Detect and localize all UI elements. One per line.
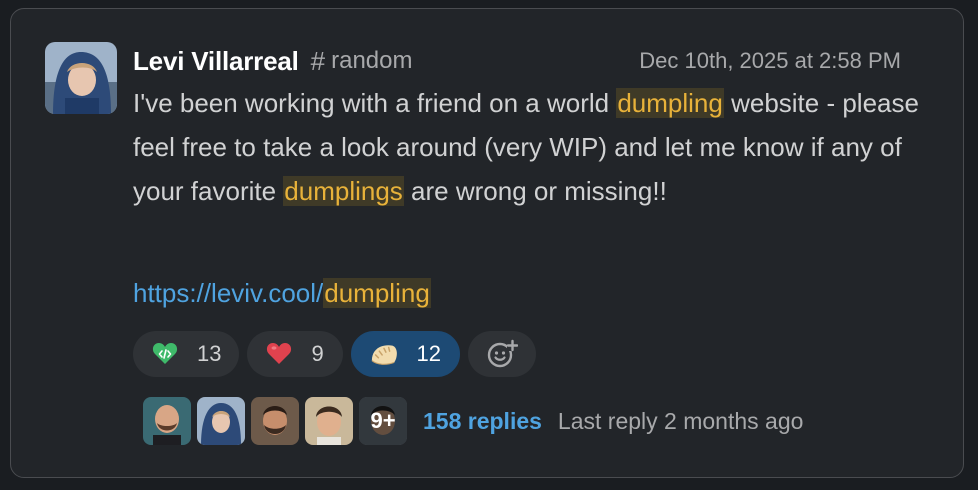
reply-avatar: [251, 397, 299, 445]
search-highlight: dumpling: [616, 88, 724, 118]
reply-avatar: [197, 397, 245, 445]
message-link[interactable]: https://leviv.cool/dumpling: [133, 278, 431, 308]
channel-hash-icon: #: [310, 45, 326, 76]
reaction-red-heart[interactable]: 9: [247, 331, 344, 377]
reaction-count: 12: [416, 341, 441, 366]
author-avatar[interactable]: [45, 42, 117, 114]
reply-avatar: [143, 397, 191, 445]
message-header: Levi Villarreal # random Dec 10th, 2025 …: [133, 41, 901, 81]
link-highlight[interactable]: dumpling: [323, 278, 431, 308]
more-repliers-avatar: 9+: [359, 397, 407, 445]
reaction-dumpling[interactable]: 12: [351, 331, 460, 377]
message-body: I've been working with a friend on a wor…: [133, 81, 923, 213]
red-heart-icon: [265, 340, 293, 368]
search-highlight: dumplings: [283, 176, 404, 206]
replies-link[interactable]: 158 replies: [423, 408, 542, 435]
author-name[interactable]: Levi Villarreal: [133, 46, 299, 77]
message-text-part: are wrong or missing!!: [403, 176, 667, 206]
reaction-bar: 13 9 12: [133, 331, 536, 377]
message-card: Levi Villarreal # random Dec 10th, 2025 …: [10, 8, 964, 478]
thread-summary[interactable]: 9+ 158 replies Last reply 2 months ago: [143, 397, 803, 445]
link-prefix[interactable]: https://leviv.cool/: [133, 278, 323, 308]
reply-avatar: [305, 397, 353, 445]
add-reaction-button[interactable]: [467, 331, 536, 377]
add-emoji-icon: [487, 339, 518, 368]
channel-link[interactable]: # random: [311, 46, 413, 77]
message-link-line: https://leviv.cool/dumpling: [133, 273, 431, 313]
more-repliers-count: 9+: [359, 397, 407, 445]
reply-avatars: 9+: [143, 397, 407, 445]
message-timestamp[interactable]: Dec 10th, 2025 at 2:58 PM: [639, 48, 901, 74]
last-reply-text: Last reply 2 months ago: [557, 407, 804, 434]
message-text-part: I've been working with a friend on a wor…: [133, 88, 617, 118]
reaction-count: 9: [311, 341, 324, 366]
reaction-count: 13: [197, 341, 222, 366]
channel-name[interactable]: random: [331, 47, 412, 75]
dumpling-icon: [370, 340, 398, 368]
green-code-heart-icon: [151, 340, 179, 368]
reaction-green-heart[interactable]: 13: [133, 331, 240, 377]
